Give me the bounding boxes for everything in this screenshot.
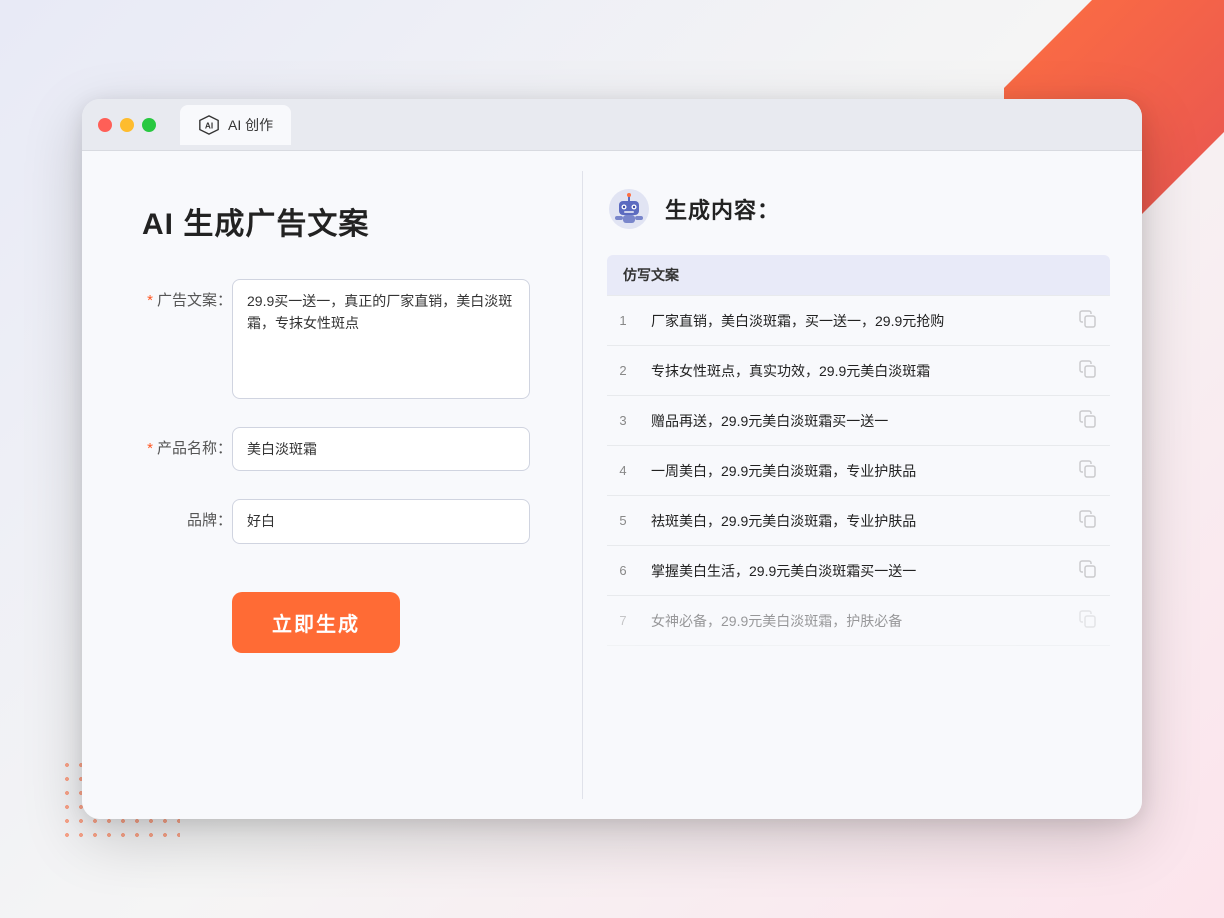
brand-group: 品牌： (142, 499, 530, 543)
copy-icon[interactable] (1078, 409, 1098, 429)
row-copy-cell (1066, 596, 1110, 646)
title-bar: AI AI 创作 (82, 99, 1142, 151)
minimize-button[interactable] (120, 118, 134, 132)
brand-label: 品牌： (142, 499, 232, 530)
svg-text:AI: AI (205, 121, 213, 130)
content-area: AI 生成广告文案 *广告文案： 29.9买一送一，真正的厂家直销，美白淡斑霜，… (82, 151, 1142, 819)
ad-copy-label: *广告文案： (142, 279, 232, 310)
brand-input[interactable] (232, 499, 530, 543)
copy-icon[interactable] (1078, 459, 1098, 479)
ai-tab-icon: AI (198, 114, 220, 136)
product-name-label: *产品名称： (142, 427, 232, 458)
row-text: 厂家直销，美白淡斑霜，买一送一，29.9元抢购 (639, 296, 1066, 346)
robot-icon (607, 187, 651, 231)
row-text: 一周美白，29.9元美白淡斑霜，专业护肤品 (639, 446, 1066, 496)
result-header: 生成内容： (607, 187, 1110, 231)
tab-label: AI 创作 (228, 115, 273, 135)
row-number: 4 (607, 446, 639, 496)
table-row: 6掌握美白生活，29.9元美白淡斑霜买一送一 (607, 546, 1110, 596)
ad-copy-input[interactable]: 29.9买一送一，真正的厂家直销，美白淡斑霜，专抹女性斑点 (232, 279, 530, 399)
ad-copy-group: *广告文案： 29.9买一送一，真正的厂家直销，美白淡斑霜，专抹女性斑点 (142, 279, 530, 399)
required-star-1: * (147, 292, 153, 309)
copy-icon[interactable] (1078, 559, 1098, 579)
table-row: 5祛斑美白，29.9元美白淡斑霜，专业护肤品 (607, 496, 1110, 546)
window-controls (98, 118, 156, 132)
row-text: 赠品再送，29.9元美白淡斑霜买一送一 (639, 396, 1066, 446)
table-header: 仿写文案 (607, 255, 1110, 296)
row-text: 掌握美白生活，29.9元美白淡斑霜买一送一 (639, 546, 1066, 596)
row-number: 1 (607, 296, 639, 346)
browser-window: AI AI 创作 AI 生成广告文案 *广告文案： 29.9买一送一，真正的厂家… (82, 99, 1142, 819)
copy-icon[interactable] (1078, 509, 1098, 529)
product-name-input[interactable] (232, 427, 530, 471)
copy-icon[interactable] (1078, 309, 1098, 329)
table-row: 3赠品再送，29.9元美白淡斑霜买一送一 (607, 396, 1110, 446)
table-row: 7女神必备，29.9元美白淡斑霜，护肤必备 (607, 596, 1110, 646)
table-row: 4一周美白，29.9元美白淡斑霜，专业护肤品 (607, 446, 1110, 496)
copy-icon[interactable] (1078, 359, 1098, 379)
result-table: 仿写文案 1厂家直销，美白淡斑霜，买一送一，29.9元抢购 2专抹女性斑点，真实… (607, 255, 1110, 646)
row-copy-cell (1066, 396, 1110, 446)
row-copy-cell (1066, 446, 1110, 496)
row-text: 专抹女性斑点，真实功效，29.9元美白淡斑霜 (639, 346, 1066, 396)
row-text: 女神必备，29.9元美白淡斑霜，护肤必备 (639, 596, 1066, 646)
required-star-2: * (147, 440, 153, 457)
row-text: 祛斑美白，29.9元美白淡斑霜，专业护肤品 (639, 496, 1066, 546)
left-panel: AI 生成广告文案 *广告文案： 29.9买一送一，真正的厂家直销，美白淡斑霜，… (82, 151, 582, 819)
row-copy-cell (1066, 546, 1110, 596)
maximize-button[interactable] (142, 118, 156, 132)
copy-icon[interactable] (1078, 609, 1098, 629)
row-copy-cell (1066, 496, 1110, 546)
right-panel: 生成内容： 仿写文案 1厂家直销，美白淡斑霜，买一送一，29.9元抢购 2专抹女… (583, 151, 1142, 819)
close-button[interactable] (98, 118, 112, 132)
row-number: 6 (607, 546, 639, 596)
active-tab[interactable]: AI AI 创作 (180, 105, 291, 145)
row-copy-cell (1066, 296, 1110, 346)
row-copy-cell (1066, 346, 1110, 396)
result-title: 生成内容： (665, 193, 780, 225)
row-number: 3 (607, 396, 639, 446)
row-number: 5 (607, 496, 639, 546)
row-number: 7 (607, 596, 639, 646)
page-title: AI 生成广告文案 (142, 199, 530, 243)
table-row: 1厂家直销，美白淡斑霜，买一送一，29.9元抢购 (607, 296, 1110, 346)
generate-button[interactable]: 立即生成 (232, 592, 400, 653)
product-name-group: *产品名称： (142, 427, 530, 471)
row-number: 2 (607, 346, 639, 396)
table-row: 2专抹女性斑点，真实功效，29.9元美白淡斑霜 (607, 346, 1110, 396)
